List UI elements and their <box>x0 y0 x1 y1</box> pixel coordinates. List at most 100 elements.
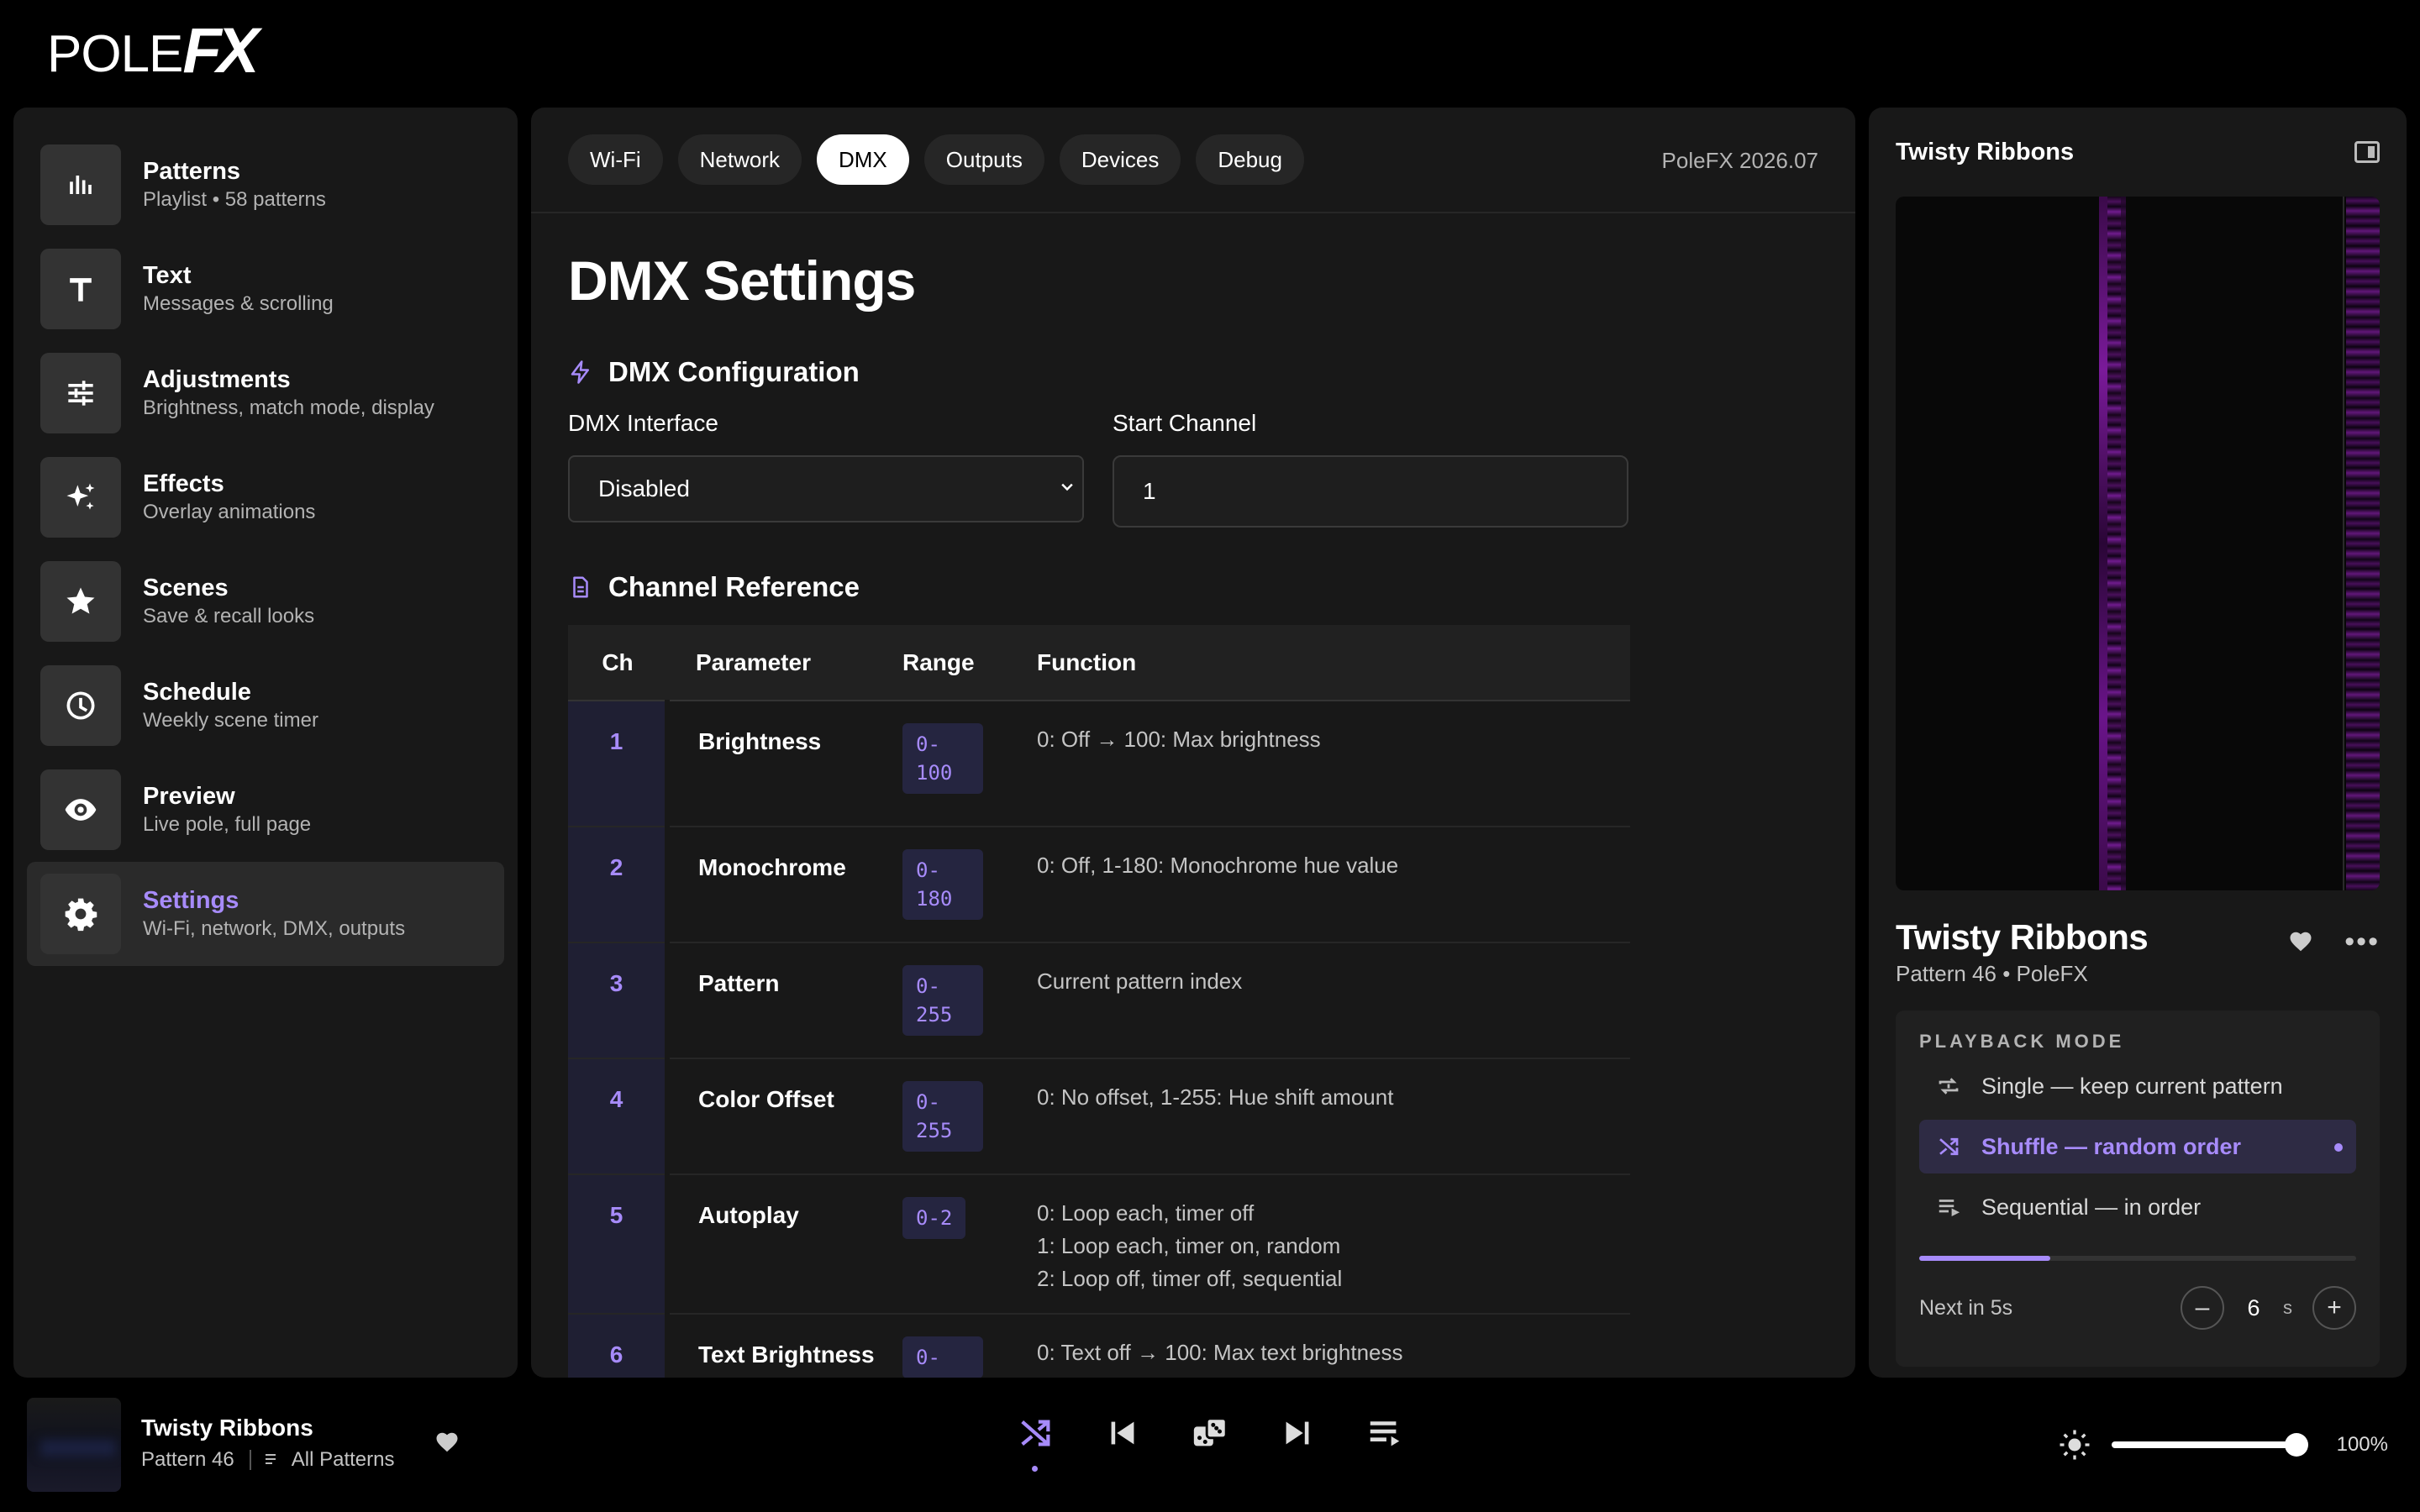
parameter-name: Text Brightness <box>667 1314 902 1378</box>
start-channel-input[interactable]: 1 <box>1113 455 1628 528</box>
tab-dmx[interactable]: DMX <box>817 134 909 185</box>
sidebar-item-subtitle: Overlay animations <box>143 501 316 523</box>
parameter-name: Autoplay <box>667 1174 902 1315</box>
logo-text: POLE <box>47 24 183 83</box>
next-button[interactable] <box>1274 1410 1321 1457</box>
channel-reference-heading: Channel Reference <box>568 571 1818 603</box>
sidebar-item-subtitle: Brightness, match mode, display <box>143 396 434 419</box>
brightness-slider[interactable] <box>2111 1433 2308 1457</box>
dmx-interface-select[interactable]: Disabled <box>568 455 1084 522</box>
tab-outputs[interactable]: Outputs <box>923 134 1044 185</box>
table-row: 2 Monochrome 0- 180 0: Off, 1-180: Monoch… <box>568 827 1630 943</box>
now-playing-thumbnail[interactable] <box>27 1398 121 1492</box>
random-button[interactable] <box>1186 1410 1234 1457</box>
dmx-interface-label: DMX Interface <box>568 410 718 436</box>
sparkle-icon <box>40 457 121 538</box>
playback-option-single[interactable]: Single — keep current pattern <box>1919 1059 2356 1113</box>
sun-icon <box>2060 1430 2090 1460</box>
timer-unit: s <box>2283 1297 2292 1318</box>
sidebar-item-schedule[interactable]: Schedule Weekly scene timer <box>27 654 504 758</box>
sidebar-item-title: Effects <box>143 470 224 497</box>
sidebar: Patterns Playlist • 58 patterns Text Mes… <box>13 108 518 1378</box>
channel-number: 1 <box>568 701 670 827</box>
now-playing-playlist[interactable]: All Patterns <box>292 1448 395 1472</box>
tab-debug[interactable]: Debug <box>1196 134 1304 185</box>
column-header: Function <box>1037 625 1630 701</box>
preview-ribbon <box>2121 197 2126 890</box>
timer-value[interactable]: 6 <box>2224 1295 2283 1321</box>
function-text: Current pattern index <box>1037 942 1630 1059</box>
playback-mode-card: PLAYBACK MODE Single — keep current patt… <box>1896 1011 2380 1367</box>
playback-mode-label: PLAYBACK MODE <box>1919 1031 2125 1052</box>
sidebar-item-text[interactable]: Text Messages & scrolling <box>27 237 504 341</box>
column-header: Range <box>902 625 1037 701</box>
section-title-text: DMX Configuration <box>608 356 860 387</box>
divider <box>249 1450 251 1470</box>
table-row: 3 Pattern 0- 255 Current pattern index <box>568 942 1630 1059</box>
function-text: 0: Off, 1-180: Monochrome hue value <box>1037 827 1630 943</box>
tab-devices[interactable]: Devices <box>1059 134 1181 185</box>
sidebar-item-effects[interactable]: Effects Overlay animations <box>27 445 504 549</box>
queue-button[interactable] <box>1361 1410 1408 1457</box>
gear-icon <box>40 874 121 954</box>
active-indicator <box>1032 1466 1038 1472</box>
now-playing-panel: Twisty Ribbons Twisty Ribbons Pattern 46… <box>1869 108 2407 1378</box>
channel-number: 6 <box>568 1314 670 1378</box>
tab-network[interactable]: Network <box>677 134 802 185</box>
version-label: PoleFX 2026.07 <box>1661 148 1818 173</box>
playlist-icon <box>265 1454 276 1464</box>
now-playing-pattern: Pattern 46 <box>141 1448 234 1471</box>
tab-wifi[interactable]: Wi-Fi <box>568 134 663 185</box>
parameter-name: Brightness <box>667 701 902 827</box>
sidebar-item-settings[interactable]: Settings Wi-Fi, network, DMX, outputs <box>27 862 504 966</box>
now-playing-subtitle: Pattern 46 All Patterns <box>141 1448 394 1472</box>
section-title-text: Channel Reference <box>608 571 860 602</box>
shuffle-button[interactable] <box>1012 1410 1059 1472</box>
now-playing-title[interactable]: Twisty Ribbons <box>141 1415 313 1441</box>
heart-icon[interactable] <box>434 1430 460 1455</box>
clock-icon <box>40 665 121 746</box>
sidebar-item-preview[interactable]: Preview Live pole, full page <box>27 758 504 862</box>
sidebar-item-title: Settings <box>143 887 239 914</box>
table-row: 4 Color Offset 0- 255 0: No offset, 1-255… <box>568 1058 1630 1175</box>
sidebar-item-subtitle: Playlist • 58 patterns <box>143 188 326 211</box>
dmx-interface-value: Disabled <box>598 475 690 501</box>
increment-button[interactable]: + <box>2312 1286 2356 1330</box>
shuffle-icon <box>1021 1420 1050 1446</box>
sidebar-item-subtitle: Weekly scene timer <box>143 709 318 732</box>
sidebar-item-title: Schedule <box>143 679 251 706</box>
channel-number: 3 <box>568 942 670 1059</box>
range-badge: 0- 180 <box>902 849 983 920</box>
sidebar-item-patterns[interactable]: Patterns Playlist • 58 patterns <box>27 133 504 237</box>
playback-option-label: Shuffle — random order <box>1981 1133 2242 1159</box>
next-in-label: Next in 5s <box>1919 1295 2013 1320</box>
skip-previous-icon <box>1111 1421 1134 1445</box>
dice-icon <box>1193 1417 1228 1446</box>
sidebar-item-scenes[interactable]: Scenes Save & recall looks <box>27 549 504 654</box>
sidebar-item-title: Scenes <box>143 575 229 601</box>
text-icon <box>40 249 121 329</box>
pattern-title: Twisty Ribbons <box>1896 917 2149 957</box>
parameter-name: Color Offset <box>667 1058 902 1175</box>
parameter-name: Monochrome <box>667 827 902 943</box>
playback-option-shuffle[interactable]: Shuffle — random order <box>1919 1120 2356 1173</box>
preview-divider <box>2343 197 2344 890</box>
function-text: 0: Loop each, timer off 1: Loop each, ti… <box>1037 1174 1630 1315</box>
selected-indicator <box>2334 1143 2343 1152</box>
settings-tabs: Wi-Fi Network DMX Outputs Devices Debug … <box>531 108 1855 213</box>
more-options-icon[interactable]: ••• <box>2344 927 2380 956</box>
function-text: 0: No offset, 1-255: Hue shift amount <box>1037 1058 1630 1175</box>
column-header: Ch <box>568 625 667 701</box>
toggle-panel-icon[interactable] <box>2354 141 2380 163</box>
heart-icon[interactable] <box>2287 929 2314 954</box>
channel-number: 5 <box>568 1174 670 1315</box>
playback-option-label: Single — keep current pattern <box>1981 1073 2283 1099</box>
previous-button[interactable] <box>1099 1410 1146 1457</box>
brightness-value: 100% <box>2336 1433 2388 1456</box>
slider-handle[interactable] <box>2284 1433 2308 1457</box>
channel-number: 2 <box>568 827 670 943</box>
playback-option-sequential[interactable]: Sequential — in order <box>1919 1180 2356 1234</box>
sidebar-item-adjustments[interactable]: Adjustments Brightness, match mode, disp… <box>27 341 504 445</box>
decrement-button[interactable]: – <box>2181 1286 2224 1330</box>
range-badge: 0- 100 <box>902 723 983 794</box>
